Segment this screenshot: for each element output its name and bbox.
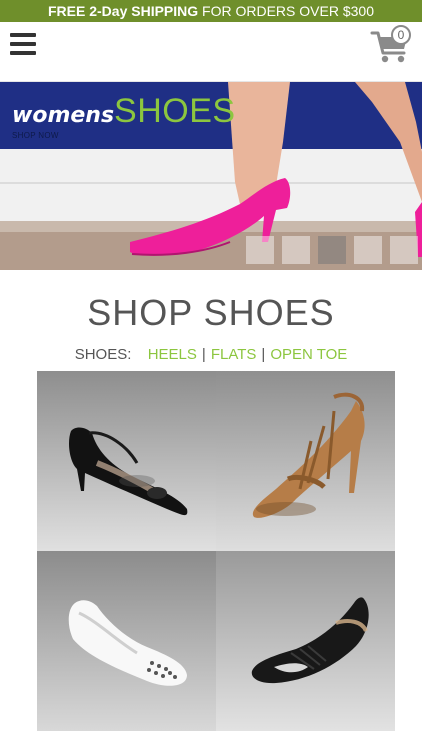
promo-highlight: FREE 2-Day SHIPPING [48, 3, 199, 19]
carousel-dot[interactable] [282, 236, 310, 264]
hero-carousel[interactable]: womensSHOES SHOP NOW [0, 82, 422, 270]
carousel-dot-active[interactable] [318, 236, 346, 264]
product-image [37, 551, 216, 731]
carousel-dot[interactable] [390, 236, 418, 264]
hero-title-shoes: SHOES [114, 92, 236, 130]
cart-button[interactable]: 0 [370, 25, 414, 65]
filter-open-toe-link[interactable]: OPEN TOE [270, 346, 347, 363]
product-image [37, 371, 216, 551]
promo-banner: FREE 2-Day SHIPPING FOR ORDERS OVER $300 [0, 0, 422, 22]
hero-title: womensSHOES [12, 92, 236, 131]
hero-title-womens: womens [12, 103, 115, 128]
promo-text: FOR ORDERS OVER $300 [198, 3, 374, 19]
product-tile-tstrap-sandal[interactable] [216, 371, 395, 551]
section-title: SHOP SHOES [87, 292, 335, 333]
hamburger-menu-icon[interactable] [10, 33, 36, 55]
product-tile-slingback-pump[interactable] [37, 371, 216, 551]
carousel-dot[interactable] [246, 236, 274, 264]
product-grid [37, 371, 395, 731]
product-image [216, 551, 395, 731]
shop-now-link[interactable]: SHOP NOW [12, 131, 59, 140]
filter-flats-link[interactable]: FLATS [211, 346, 257, 363]
filter-divider: | [261, 346, 266, 363]
carousel-dot[interactable] [354, 236, 382, 264]
product-image [216, 371, 395, 551]
product-tile-white-flat[interactable] [37, 551, 216, 731]
site-header: 0 [0, 22, 422, 82]
product-tile-peep-toe-flat[interactable] [216, 551, 395, 731]
filter-label: SHOES: [74, 346, 132, 363]
filter-bar: SHOES: HEELS | FLATS | OPEN TOE [0, 346, 422, 363]
filter-heels-link[interactable]: HEELS [148, 346, 197, 363]
cart-count-badge: 0 [391, 25, 411, 45]
filter-divider: | [201, 346, 206, 363]
